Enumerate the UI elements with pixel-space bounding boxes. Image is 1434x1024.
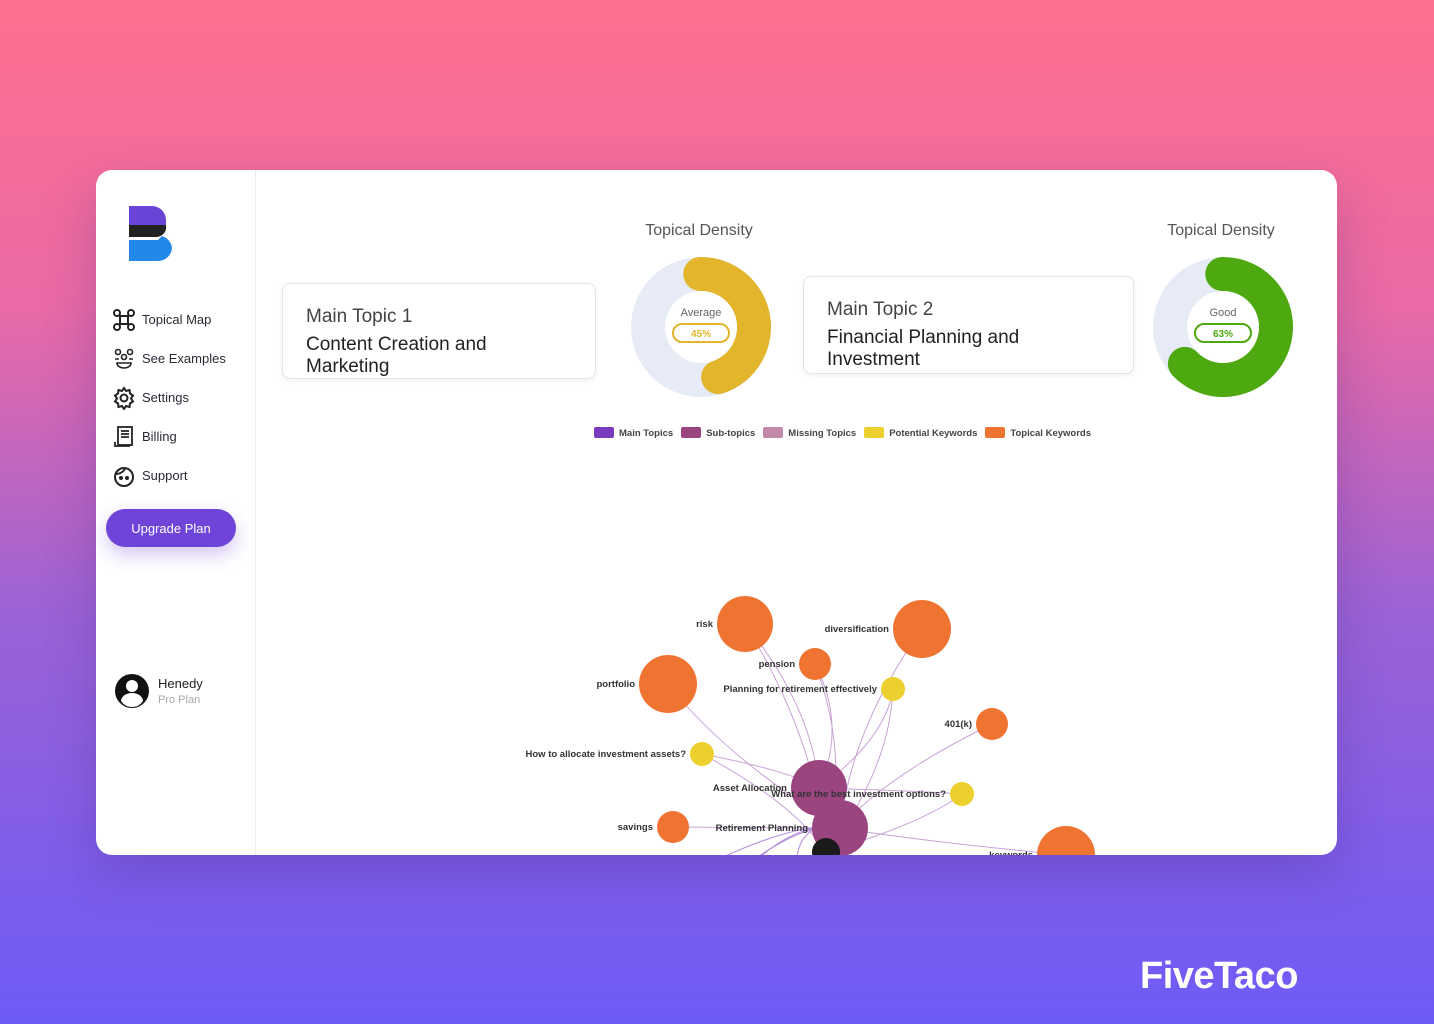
graph-node[interactable]	[657, 811, 689, 843]
graph-node-label: Planning for retirement effectively	[723, 684, 877, 695]
fivetaco-logo: FiveTaco	[1140, 955, 1298, 997]
graph-node-label: pension	[759, 659, 796, 670]
graph-node[interactable]	[976, 708, 1008, 740]
topic-graph[interactable]: risk diversification pension portfolio Plann…	[96, 170, 1337, 855]
graph-node[interactable]	[950, 782, 974, 806]
graph-node-label: keywords	[989, 850, 1033, 855]
graph-node-label: What are the best investment options?	[771, 789, 946, 800]
graph-node-label: portfolio	[596, 679, 635, 690]
graph-node[interactable]	[1037, 826, 1095, 855]
graph-node-label: 401(k)	[945, 719, 972, 730]
graph-node-label: Retirement Planning	[716, 823, 809, 834]
graph-node[interactable]	[717, 596, 773, 652]
graph-node-label: diversification	[825, 624, 890, 635]
graph-node[interactable]	[690, 742, 714, 766]
graph-node-label: risk	[696, 619, 714, 630]
graph-node-label: savings	[618, 822, 653, 833]
graph-node[interactable]	[893, 600, 951, 658]
graph-node[interactable]	[799, 648, 831, 680]
app-window: Topical Map See Examples Settings Billin…	[96, 170, 1337, 855]
graph-node[interactable]	[639, 655, 697, 713]
graph-node[interactable]	[881, 677, 905, 701]
graph-node-label: How to allocate investment assets?	[526, 749, 687, 760]
